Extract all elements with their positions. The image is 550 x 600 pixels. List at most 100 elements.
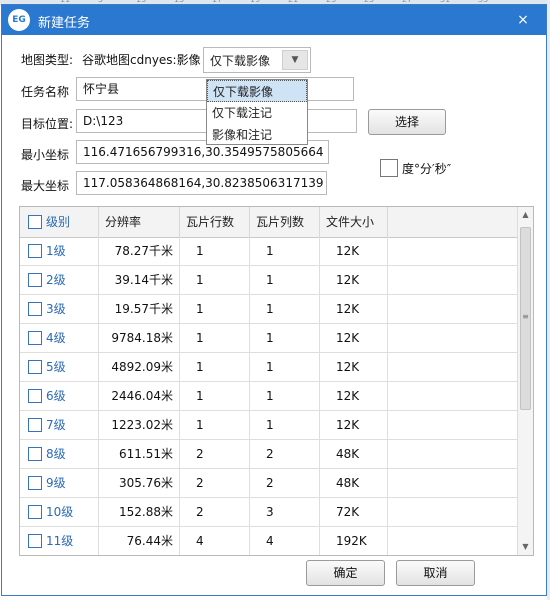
dialog-title: 新建任务 (38, 16, 91, 31)
target-location-label: 目标位置: (21, 117, 74, 131)
level-text: 7级 (46, 418, 66, 432)
tile-cols-cell: 1 (250, 237, 320, 265)
tile-rows-cell: 1 (180, 324, 250, 352)
file-size-cell: 12K (320, 266, 388, 294)
resolution-cell: 19.57千米 (99, 295, 180, 323)
header-file-size[interactable]: 文件大小 (320, 207, 388, 237)
resolution-cell: 39.14千米 (99, 266, 180, 294)
tile-cols-cell: 4 (250, 527, 320, 555)
header-level-label: 级别 (46, 215, 71, 229)
table-row[interactable]: 10级 152.88米 2 3 72K (20, 498, 517, 527)
table-row[interactable]: 4级 9784.18米 1 1 12K (20, 324, 517, 353)
tile-cols-cell: 1 (250, 382, 320, 410)
scroll-thumb[interactable]: ≡ (520, 227, 531, 410)
row-checkbox[interactable] (28, 447, 42, 461)
tile-rows-cell: 1 (180, 295, 250, 323)
table-row[interactable]: 5级 4892.09米 1 1 12K (20, 353, 517, 382)
tile-cols-cell: 2 (250, 440, 320, 468)
tile-rows-cell: 2 (180, 440, 250, 468)
dropdown-option-imagery-and-labels[interactable]: 影像和注记 (207, 124, 307, 146)
tile-rows-cell: 1 (180, 266, 250, 294)
download-select-value: 仅下载影像 (210, 54, 271, 68)
max-coord-input[interactable]: 117.058364868164,30.8238506317139 (76, 171, 327, 195)
level-text: 3级 (46, 302, 66, 316)
tile-cols-cell: 3 (250, 498, 320, 526)
header-tile-cols[interactable]: 瓦片列数 (250, 207, 320, 237)
map-type-value: 谷歌地图cdnyes:影像 (82, 53, 201, 67)
resolution-cell: 1223.02米 (99, 411, 180, 439)
level-cell: 5级 (20, 353, 99, 381)
header-level[interactable]: 级别 (20, 207, 99, 237)
tile-cols-cell: 1 (250, 411, 320, 439)
table-row[interactable]: 9级 305.76米 2 2 48K (20, 469, 517, 498)
dms-label: 度°分′秒″ (402, 162, 452, 176)
level-cell: 9级 (20, 469, 99, 497)
resolution-cell: 2446.04米 (99, 382, 180, 410)
header-tile-rows[interactable]: 瓦片行数 (180, 207, 250, 237)
choose-button[interactable]: 选择 (368, 109, 446, 135)
tile-rows-cell: 1 (180, 411, 250, 439)
min-coord-label: 最小坐标 (21, 148, 70, 162)
file-size-cell: 12K (320, 353, 388, 381)
table-row[interactable]: 11级 76.44米 4 4 192K (20, 527, 517, 555)
level-text: 9级 (46, 476, 66, 490)
row-checkbox[interactable] (28, 302, 42, 316)
row-checkbox[interactable] (28, 505, 42, 519)
ok-button[interactable]: 确定 (306, 560, 385, 586)
grip-icon: ≡ (522, 312, 529, 321)
new-task-dialog: EG 新建任务 × 地图类型: 谷歌地图cdnyes:影像 仅下载影像 ▼ 任务… (1, 4, 547, 596)
file-size-cell: 192K (320, 527, 388, 555)
file-size-cell: 72K (320, 498, 388, 526)
table-row[interactable]: 3级 19.57千米 1 1 12K (20, 295, 517, 324)
level-text: 8级 (46, 447, 66, 461)
scroll-up-icon[interactable]: ▲ (518, 207, 533, 223)
level-cell: 7级 (20, 411, 99, 439)
row-checkbox[interactable] (28, 476, 42, 490)
map-type-label: 地图类型: (21, 53, 74, 67)
row-checkbox[interactable] (28, 534, 42, 548)
file-size-cell: 12K (320, 295, 388, 323)
dms-checkbox[interactable] (380, 159, 398, 177)
file-size-cell: 12K (320, 411, 388, 439)
level-table: 级别 分辨率 瓦片行数 瓦片列数 文件大小 1级 78.27千米 1 1 12K… (19, 206, 534, 556)
file-size-cell: 48K (320, 469, 388, 497)
level-text: 5级 (46, 360, 66, 374)
title-bar[interactable]: EG 新建任务 × (2, 5, 546, 35)
row-checkbox[interactable] (28, 244, 42, 258)
dropdown-option-labels[interactable]: 仅下载注记 (207, 102, 307, 124)
close-icon[interactable]: × (514, 11, 532, 29)
vertical-scrollbar[interactable]: ▲ ≡ ▼ (517, 207, 533, 555)
table-row[interactable]: 8级 611.51米 2 2 48K (20, 440, 517, 469)
table-row[interactable]: 7级 1223.02米 1 1 12K (20, 411, 517, 440)
select-all-checkbox[interactable] (28, 215, 42, 229)
row-checkbox[interactable] (28, 418, 42, 432)
tile-cols-cell: 1 (250, 295, 320, 323)
task-name-label: 任务名称 (21, 85, 70, 99)
table-row[interactable]: 1级 78.27千米 1 1 12K (20, 237, 517, 266)
level-cell: 11级 (20, 527, 99, 555)
level-text: 2级 (46, 273, 66, 287)
level-cell: 4级 (20, 324, 99, 352)
tile-rows-cell: 2 (180, 469, 250, 497)
row-checkbox[interactable] (28, 389, 42, 403)
row-checkbox[interactable] (28, 273, 42, 287)
download-type-select[interactable]: 仅下载影像 ▼ (203, 47, 311, 73)
resolution-cell: 9784.18米 (99, 324, 180, 352)
header-resolution[interactable]: 分辨率 (99, 207, 180, 237)
row-checkbox[interactable] (28, 331, 42, 345)
tile-cols-cell: 2 (250, 469, 320, 497)
level-text: 6级 (46, 389, 66, 403)
tile-rows-cell: 1 (180, 353, 250, 381)
table-header: 级别 分辨率 瓦片行数 瓦片列数 文件大小 (20, 207, 517, 238)
cancel-button[interactable]: 取消 (396, 560, 475, 586)
row-checkbox[interactable] (28, 360, 42, 374)
dropdown-option-imagery[interactable]: 仅下载影像 (207, 80, 307, 102)
table-row[interactable]: 6级 2446.04米 1 1 12K (20, 382, 517, 411)
table-row[interactable]: 2级 39.14千米 1 1 12K (20, 266, 517, 295)
chevron-down-icon[interactable]: ▼ (282, 50, 308, 70)
max-coord-label: 最大坐标 (21, 179, 70, 193)
level-text: 11级 (46, 534, 74, 548)
scroll-down-icon[interactable]: ▼ (518, 539, 533, 555)
file-size-cell: 12K (320, 382, 388, 410)
resolution-cell: 76.44米 (99, 527, 180, 555)
